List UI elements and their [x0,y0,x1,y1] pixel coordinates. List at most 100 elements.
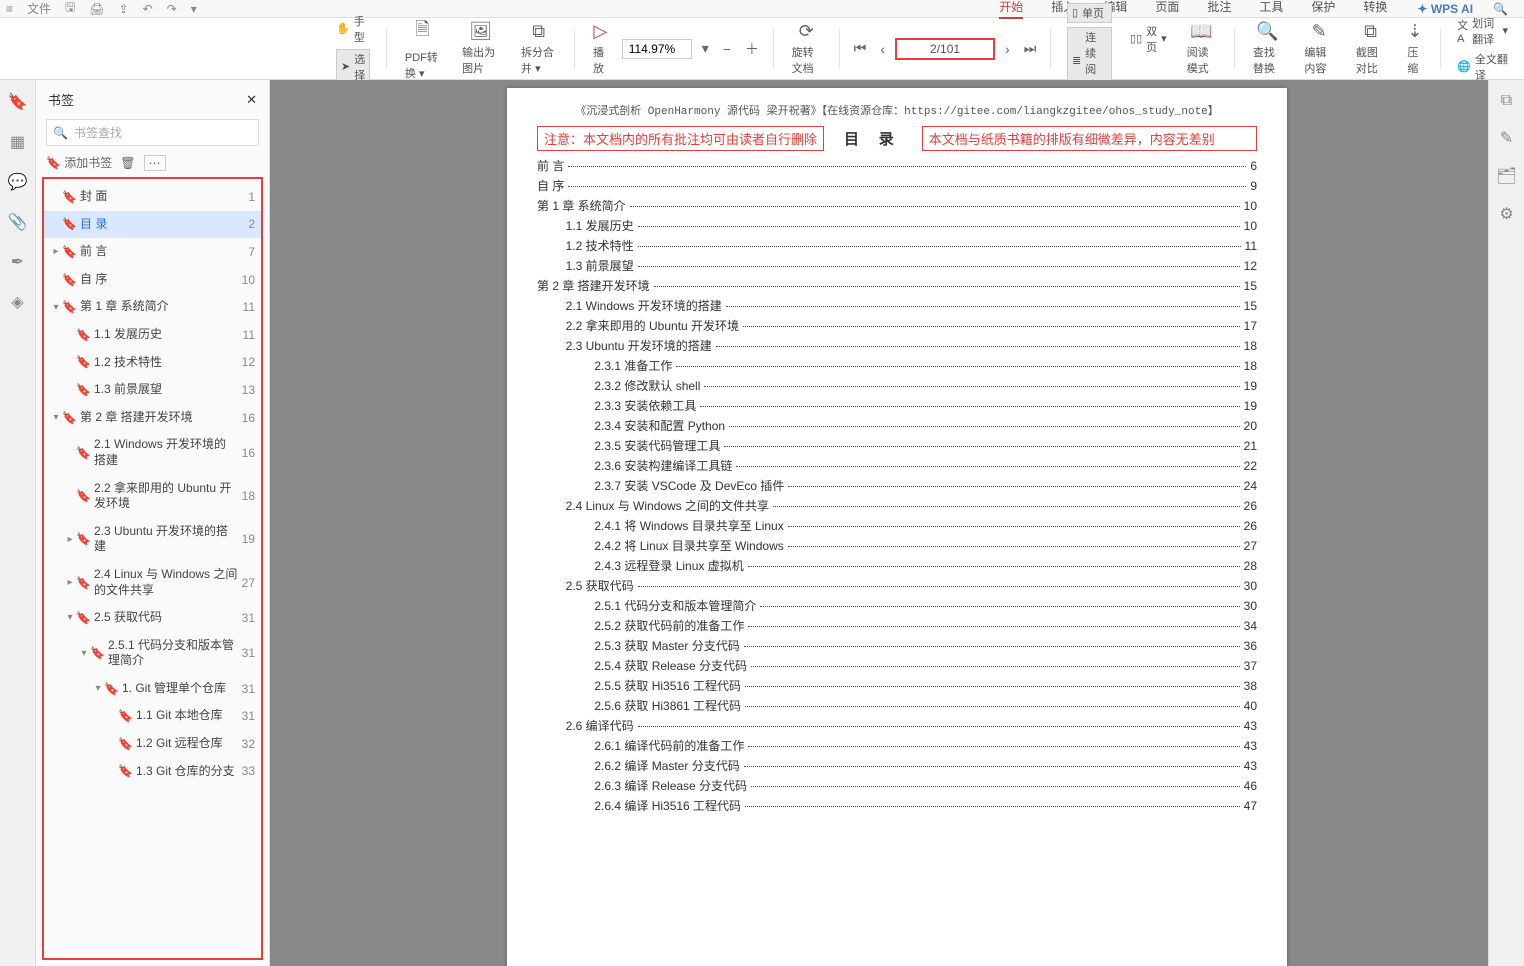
tab-page[interactable]: 页面 [1155,0,1179,19]
delete-bookmark-icon[interactable]: 🗑 [120,156,135,170]
zoom-out-icon[interactable]: − [719,39,735,59]
zoom-dropdown-icon[interactable]: ▾ [698,38,713,59]
toc-page: 12 [1244,259,1257,273]
expand-icon[interactable]: ▾ [64,612,76,623]
close-icon[interactable]: ✕ [246,92,257,108]
expand-icon[interactable]: ▸ [64,577,76,588]
page-indicator-input[interactable] [895,38,995,60]
toc-entry: 2.3.2 修改默认 shell19 [537,377,1257,394]
document-viewport[interactable]: 《沉浸式剖析 OpenHarmony 源代码 梁开祝著》【在线资源仓库：http… [270,80,1524,966]
bookmarks-panel: 书签 ✕ 🔍 书签查找 🔖 添加书签 🗑 ⋯ 🔖封 面1🔖目 录2▸🔖前 言7🔖… [36,80,270,966]
attachments-icon[interactable]: 📎 [8,212,28,232]
bookmark-item[interactable]: 🔖自 序10 [44,266,261,294]
bookmark-page: 31 [242,646,255,660]
first-page-icon[interactable]: ⏮ [850,38,871,59]
bookmark-icon[interactable]: 🔖 [8,92,28,112]
play-button[interactable]: ▷播放 [585,21,616,76]
bookmark-icon: 🔖 [76,383,90,397]
bookmark-item[interactable]: ▾🔖第 1 章 系统简介11 [44,293,261,321]
bookmark-item[interactable]: ▸🔖2.3 Ubuntu 开发环境的搭建19 [44,518,261,561]
bookmark-item[interactable]: 🔖2.1 Windows 开发环境的搭建16 [44,431,261,474]
bookmark-item[interactable]: 🔖2.2 拿来即用的 Ubuntu 开发环境18 [44,475,261,518]
toc-page: 18 [1244,359,1257,373]
bookmark-item[interactable]: ▾🔖第 2 章 搭建开发环境16 [44,404,261,432]
print-icon[interactable]: 🖨 [89,2,104,16]
bookmark-item[interactable]: 🔖目 录2 [44,211,261,239]
expand-icon[interactable]: ▾ [78,648,90,659]
read-mode-button[interactable]: 📖阅读模式 [1179,21,1225,76]
bookmark-item[interactable]: ▾🔖2.5.1 代码分支和版本管理简介31 [44,632,261,675]
bookmark-list[interactable]: 🔖封 面1🔖目 录2▸🔖前 言7🔖自 序10▾🔖第 1 章 系统简介11🔖1.1… [42,177,263,960]
comments-icon[interactable]: 💬 [8,172,28,192]
right-tool-1[interactable]: ⧉ [1501,92,1512,110]
tab-convert[interactable]: 转换 [1363,0,1387,19]
thumbnails-icon[interactable]: ▦ [10,132,25,152]
single-page-button[interactable]: ▯单页 [1067,3,1112,23]
bookmark-item[interactable]: 🔖1.2 技术特性12 [44,349,261,377]
expand-icon[interactable]: ▾ [92,683,104,694]
right-tool-3[interactable]: 🗂 [1496,166,1516,186]
toc-label: 2.6 编译代码 [559,717,634,734]
file-menu[interactable]: 文件 [27,0,51,17]
expand-icon[interactable]: ▸ [50,246,62,257]
find-replace-button[interactable]: 🔍查找替换 [1245,21,1291,76]
export-icon[interactable]: ⇪ [119,2,129,16]
crop-compare-button[interactable]: ⧉截图对比 [1348,21,1394,76]
compress-button[interactable]: ⇣压缩 [1399,21,1430,76]
bookmark-item[interactable]: ▾🔖1. Git 管理单个仓库31 [44,675,261,703]
tab-tools[interactable]: 工具 [1259,0,1283,19]
bookmark-item[interactable]: 🔖1.1 发展历史11 [44,321,261,349]
edit-content-button[interactable]: ✎编辑内容 [1296,21,1342,76]
next-page-icon[interactable]: › [1001,39,1014,59]
bookmark-page: 19 [242,532,255,546]
layers-icon[interactable]: ◈ [11,292,23,312]
rotate-button[interactable]: ⟳旋转文档 [784,21,830,76]
bookmark-item[interactable]: ▸🔖2.4 Linux 与 Windows 之间的文件共享27 [44,561,261,604]
bookmark-item[interactable]: 🔖1.1 Git 本地仓库31 [44,702,261,730]
toc-label: 2.5.3 获取 Master 分支代码 [581,637,740,654]
expand-icon[interactable]: ▸ [64,534,76,545]
bookmark-item[interactable]: 🔖1.3 Git 仓库的分支33 [44,758,261,786]
export-image-button[interactable]: 🖼输出为图片 [454,21,507,76]
zoom-in-icon[interactable]: ＋ [741,37,763,61]
save-icon[interactable]: 🖫 [65,0,75,19]
translate-selection-button[interactable]: 文A划词翻译 ▾ [1457,15,1508,47]
wps-ai-button[interactable]: ✦ WPS AI [1417,2,1473,16]
expand-icon[interactable]: ▾ [50,302,62,313]
toc-page: 46 [1244,779,1257,793]
hand-tool[interactable]: ✋手型 [336,13,370,45]
last-page-icon[interactable]: ⏭ [1020,38,1041,59]
menu-icon[interactable]: ≡ [6,2,13,16]
redo-icon[interactable]: ↷ [167,2,177,16]
right-rail: ⧉ ✎ 🗂 ⚙ [1488,80,1524,966]
bookmark-item[interactable]: 🔖1.2 Git 远程仓库32 [44,730,261,758]
pdf-convert-button[interactable]: 🗎PDF转换 ▾ [397,17,448,81]
double-page-button[interactable]: ▯▯双页 ▾ [1130,23,1167,55]
tab-start[interactable]: 开始 [999,0,1023,19]
zoom-input[interactable] [622,39,692,59]
full-translate-button[interactable]: 🌐全文翻译 [1457,51,1508,83]
dropdown-icon[interactable]: ▾ [191,2,197,16]
more-icon[interactable]: ⋯ [144,155,166,171]
toc-page: 21 [1244,439,1257,453]
bookmark-item[interactable]: ▾🔖2.5 获取代码31 [44,604,261,632]
bookmark-item[interactable]: 🔖封 面1 [44,183,261,211]
toc-label: 2.6.3 编译 Release 分支代码 [581,777,747,794]
prev-page-icon[interactable]: ‹ [876,39,889,59]
toc-page: 10 [1244,199,1257,213]
tab-annotate[interactable]: 批注 [1207,0,1231,19]
bookmark-item[interactable]: ▸🔖前 言7 [44,238,261,266]
bookmark-label: 封 面 [80,189,244,205]
right-tool-4[interactable]: ⚙ [1499,204,1513,224]
right-tool-2[interactable]: ✎ [1500,128,1513,148]
add-bookmark-button[interactable]: 🔖 添加书签 [46,154,112,171]
expand-icon[interactable]: ▾ [50,412,62,423]
split-merge-button[interactable]: ⧉拆分合并 ▾ [513,21,564,76]
bookmark-item[interactable]: 🔖1.3 前景展望13 [44,376,261,404]
tab-protect[interactable]: 保护 [1311,0,1335,19]
bookmark-search[interactable]: 🔍 书签查找 [46,119,259,146]
signature-icon[interactable]: ✒ [11,252,24,272]
toc-entry: 2.4.3 远程登录 Linux 虚拟机28 [537,557,1257,574]
search-icon[interactable]: 🔍 [1493,2,1508,16]
undo-icon[interactable]: ↶ [143,2,153,16]
